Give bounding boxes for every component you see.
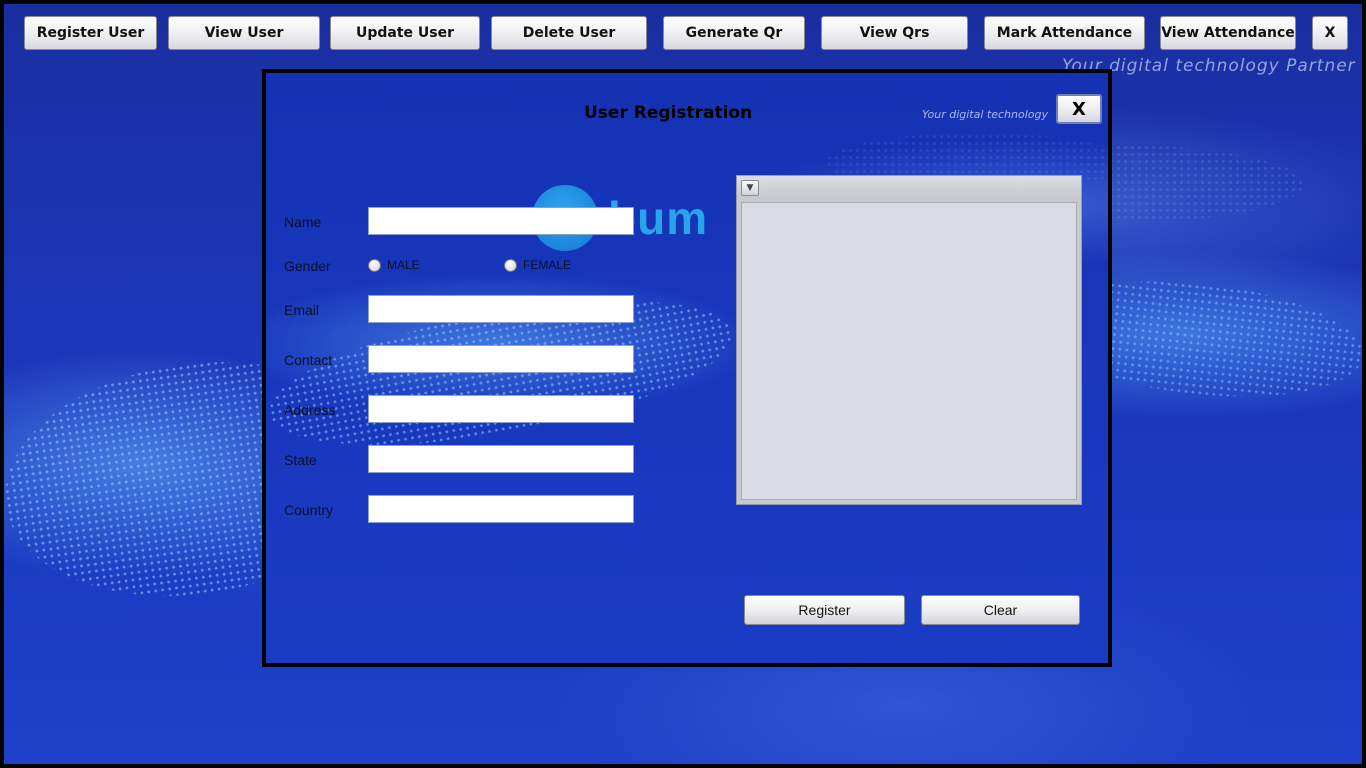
- dialog-tagline: Your digital technology: [922, 108, 1048, 121]
- address-input[interactable]: [368, 395, 634, 423]
- gender-female-label: FEMALE: [523, 258, 572, 272]
- radio-button-icon[interactable]: [504, 258, 517, 272]
- country-label: Country: [284, 502, 334, 518]
- name-input[interactable]: [368, 207, 634, 235]
- register-user-button[interactable]: Register User: [24, 16, 157, 50]
- gender-male-label: MALE: [387, 258, 420, 272]
- user-registration-dialog: User Registration Your digital technolog…: [262, 69, 1112, 667]
- mark-attendance-button[interactable]: Mark Attendance: [984, 16, 1145, 50]
- gender-male-radio[interactable]: MALE: [368, 258, 420, 272]
- gender-female-radio[interactable]: FEMALE: [504, 258, 571, 272]
- generate-qr-button[interactable]: Generate Qr: [663, 16, 805, 50]
- image-preview-panel: ▼: [736, 175, 1082, 505]
- app-background: Register User View User Update User Dele…: [0, 0, 1366, 768]
- clear-button[interactable]: Clear: [921, 595, 1080, 625]
- contact-input[interactable]: [368, 345, 634, 373]
- name-label: Name: [284, 214, 322, 230]
- gender-label: Gender: [284, 258, 331, 274]
- dialog-close-button[interactable]: X: [1056, 94, 1102, 124]
- app-close-button[interactable]: X: [1312, 16, 1348, 50]
- register-button[interactable]: Register: [744, 595, 905, 625]
- view-user-button[interactable]: View User: [168, 16, 320, 50]
- view-qrs-button[interactable]: View Qrs: [821, 16, 968, 50]
- delete-user-button[interactable]: Delete User: [491, 16, 647, 50]
- state-input[interactable]: [368, 445, 634, 473]
- dropdown-arrow-icon[interactable]: ▼: [741, 180, 759, 196]
- preview-canvas: [741, 202, 1077, 500]
- radio-button-icon[interactable]: [368, 258, 381, 272]
- email-label: Email: [284, 302, 320, 318]
- view-attendance-button[interactable]: View Attendance: [1160, 16, 1296, 50]
- preview-toolbar: ▼: [737, 176, 1081, 200]
- update-user-button[interactable]: Update User: [330, 16, 480, 50]
- contact-label: Contact: [284, 352, 333, 368]
- address-label: Address: [284, 402, 336, 418]
- email-input[interactable]: [368, 295, 634, 323]
- dialog-title: User Registration: [584, 103, 753, 123]
- state-label: State: [284, 452, 317, 468]
- country-input[interactable]: [368, 495, 634, 523]
